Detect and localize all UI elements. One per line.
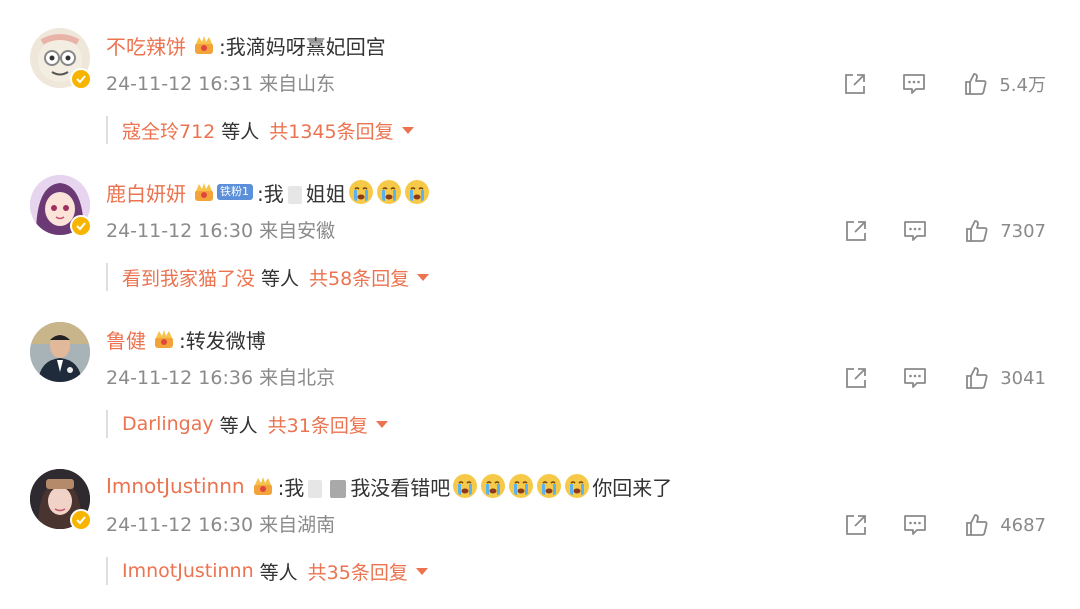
comment-meta: 24-11-12 16:36 来自北京 — [106, 367, 336, 389]
crown-icon — [193, 34, 215, 56]
comment-meta: 24-11-12 16:30 来自安徽 — [106, 220, 336, 242]
comment-text-part: 你回来了 — [592, 475, 673, 500]
comment-actions: 3041 — [843, 364, 1046, 392]
crown-icon — [252, 475, 274, 497]
comment-icon — [902, 365, 928, 391]
reply-total[interactable]: 共35条回复 — [308, 558, 408, 585]
crying-emoji-icon — [480, 473, 506, 499]
like-button[interactable]: 3041 — [964, 365, 1046, 391]
crying-emoji-icon — [564, 473, 590, 499]
reply-user[interactable]: 看到我家猫了没 — [122, 264, 255, 291]
replies-summary[interactable]: Darlingay 等人 共31条回复 — [106, 410, 388, 438]
like-button[interactable]: 4687 — [964, 512, 1046, 538]
like-button[interactable]: 7307 — [964, 218, 1046, 244]
censor-mask — [330, 480, 347, 498]
reply-user[interactable]: ImnotJustinnn — [122, 560, 254, 582]
like-count: 4687 — [1000, 514, 1046, 536]
crying-emoji-icon — [348, 179, 374, 205]
username[interactable]: 不吃辣饼 — [106, 31, 186, 60]
caret-down-icon[interactable] — [401, 126, 414, 134]
comment-text: :我 姐姐 — [257, 178, 346, 207]
crying-emoji-icon — [536, 473, 562, 499]
comment-button[interactable] — [902, 512, 928, 538]
like-icon — [964, 365, 990, 391]
username[interactable]: 鲁健 — [106, 325, 146, 354]
censor-mask — [308, 480, 323, 498]
share-button[interactable] — [843, 365, 869, 391]
comment-actions: 7307 — [843, 217, 1046, 245]
like-icon — [964, 218, 990, 244]
like-icon — [964, 512, 990, 538]
reply-etc: 等人 — [221, 120, 260, 143]
crying-emoji-icon — [376, 179, 402, 205]
like-count: 3041 — [1000, 367, 1046, 389]
reply-etc: 等人 — [261, 267, 300, 290]
share-icon — [843, 365, 869, 391]
verified-icon — [70, 215, 92, 237]
share-icon — [842, 71, 868, 97]
comment-item: 鲁健 :转发微博 24-11-12 16:36 来自北京 3041 Darlin… — [0, 322, 1080, 462]
like-count: 7307 — [1000, 220, 1046, 242]
comment-text-part: :我 — [277, 475, 305, 500]
comment-item: 不吃辣饼 :我滴妈呀熹妃回宫 24-11-12 16:31 来自山东 5.4万 … — [0, 28, 1080, 168]
reply-etc: 等人 — [219, 414, 258, 437]
like-button[interactable]: 5.4万 — [963, 71, 1046, 97]
comment-text-part: :我 — [257, 181, 284, 206]
comment-text-part: 我没看错吧 — [350, 475, 451, 500]
caret-down-icon[interactable] — [415, 567, 428, 575]
comment-actions: 5.4万 — [842, 70, 1046, 98]
crying-emoji-icon — [508, 473, 534, 499]
crown-icon — [153, 328, 175, 350]
share-button[interactable] — [843, 218, 869, 244]
comment-button[interactable] — [902, 365, 928, 391]
avatar[interactable] — [30, 175, 92, 237]
username[interactable]: ImnotJustinnn — [106, 474, 245, 498]
like-icon — [963, 71, 989, 97]
comment-item: ImnotJustinnn :我 我没看错吧 你回来了 24-11-12 16:3… — [0, 469, 1080, 609]
comment-icon — [902, 512, 928, 538]
fan-badge: 铁粉1 — [217, 184, 253, 200]
comment-list: 不吃辣饼 :我滴妈呀熹妃回宫 24-11-12 16:31 来自山东 5.4万 … — [0, 0, 1080, 607]
comment-button[interactable] — [901, 71, 927, 97]
replies-summary[interactable]: 寇全玲712 等人 共1345条回复 — [106, 116, 414, 144]
comment-text: :我 我没看错吧 — [278, 472, 451, 501]
caret-down-icon[interactable] — [375, 420, 388, 428]
crying-emoji-icon — [404, 179, 430, 205]
verified-icon — [70, 68, 92, 90]
share-icon — [843, 512, 869, 538]
comment-item: 鹿白妍妍 铁粉1 :我 姐姐 24-11-12 16:30 来自安徽 7307 看… — [0, 175, 1080, 315]
comment-meta: 24-11-12 16:31 来自山东 — [106, 73, 336, 95]
reply-total[interactable]: 共58条回复 — [309, 264, 409, 291]
censor-mask — [287, 186, 302, 204]
reply-etc: 等人 — [259, 561, 298, 584]
avatar[interactable] — [30, 469, 92, 531]
reply-total[interactable]: 共1345条回复 — [269, 117, 393, 144]
reply-user[interactable]: 寇全玲712 — [122, 117, 215, 144]
comment-text: :我滴妈呀熹妃回宫 — [219, 34, 386, 59]
share-icon — [843, 218, 869, 244]
comment-actions: 4687 — [843, 511, 1046, 539]
comment-text-part: 姐姐 — [305, 181, 346, 206]
crying-emoji-icon — [452, 473, 478, 499]
comment-button[interactable] — [902, 218, 928, 244]
reply-user[interactable]: Darlingay — [122, 413, 214, 435]
share-button[interactable] — [842, 71, 868, 97]
avatar[interactable] — [30, 28, 92, 90]
comment-meta: 24-11-12 16:30 来自湖南 — [106, 514, 336, 536]
replies-summary[interactable]: 看到我家猫了没 等人 共58条回复 — [106, 263, 430, 291]
crown-icon — [193, 181, 215, 203]
like-count: 5.4万 — [999, 75, 1046, 96]
username[interactable]: 鹿白妍妍 — [106, 178, 186, 207]
avatar[interactable] — [30, 322, 90, 382]
reply-total[interactable]: 共31条回复 — [268, 411, 368, 438]
caret-down-icon[interactable] — [417, 273, 430, 281]
comment-text: :转发微博 — [179, 328, 266, 353]
verified-icon — [70, 509, 92, 531]
comment-icon — [902, 218, 928, 244]
share-button[interactable] — [843, 512, 869, 538]
replies-summary[interactable]: ImnotJustinnn 等人 共35条回复 — [106, 557, 428, 585]
comment-icon — [901, 71, 927, 97]
